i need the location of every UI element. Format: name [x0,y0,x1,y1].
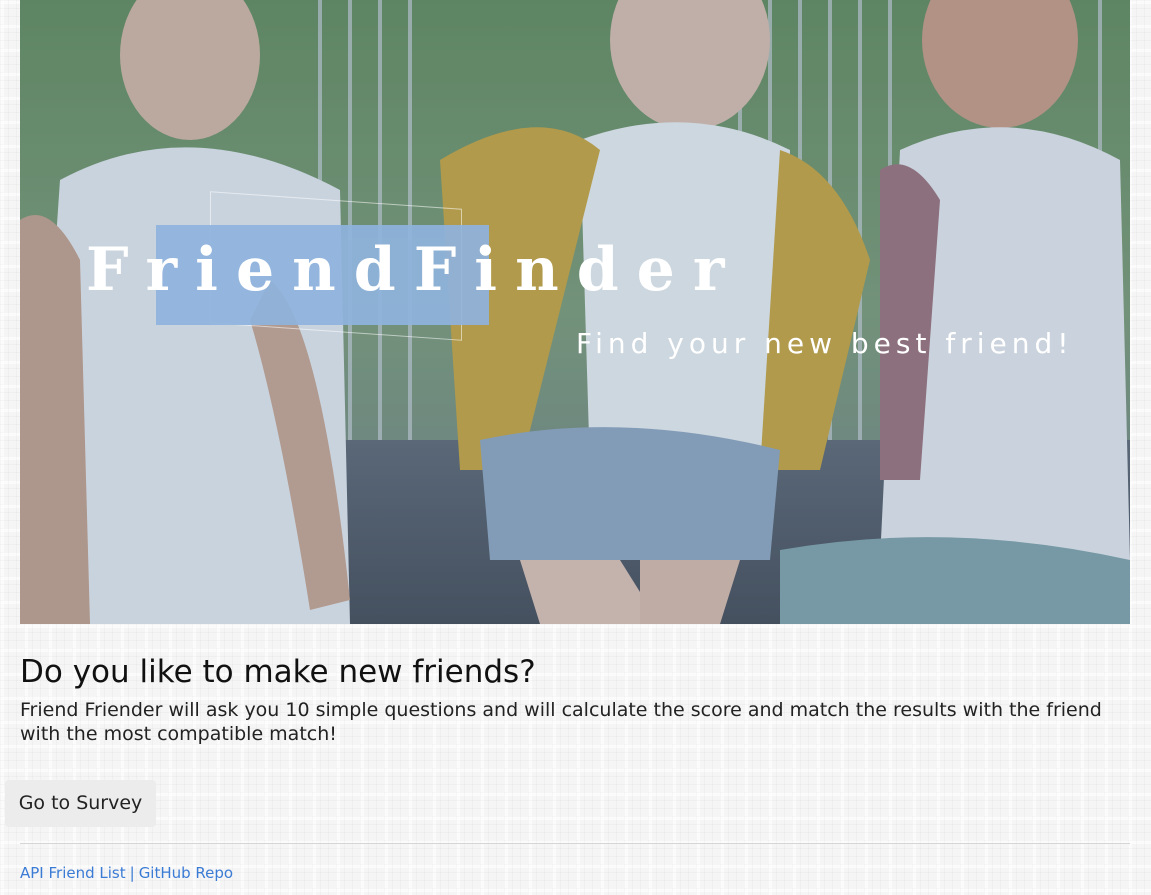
footer-divider [20,843,1130,844]
github-repo-link[interactable]: GitHub Repo [139,864,233,882]
go-to-survey-button[interactable]: Go to Survey [5,780,156,827]
main-content: Do you like to make new friends? Friend … [20,650,1130,746]
page-description: Friend Friender will ask you 10 simple q… [20,699,1102,745]
api-friend-list-link[interactable]: API Friend List [20,864,126,882]
brand-title: FriendFinder [86,235,743,305]
page-heading: Do you like to make new friends? [20,654,536,690]
hero-banner: FriendFinder Find your new best friend! [20,0,1130,624]
footer-separator: | [129,864,135,882]
footer-links: API Friend List | GitHub Repo [20,862,233,884]
brand-tagline: Find your new best friend! [576,327,1074,360]
